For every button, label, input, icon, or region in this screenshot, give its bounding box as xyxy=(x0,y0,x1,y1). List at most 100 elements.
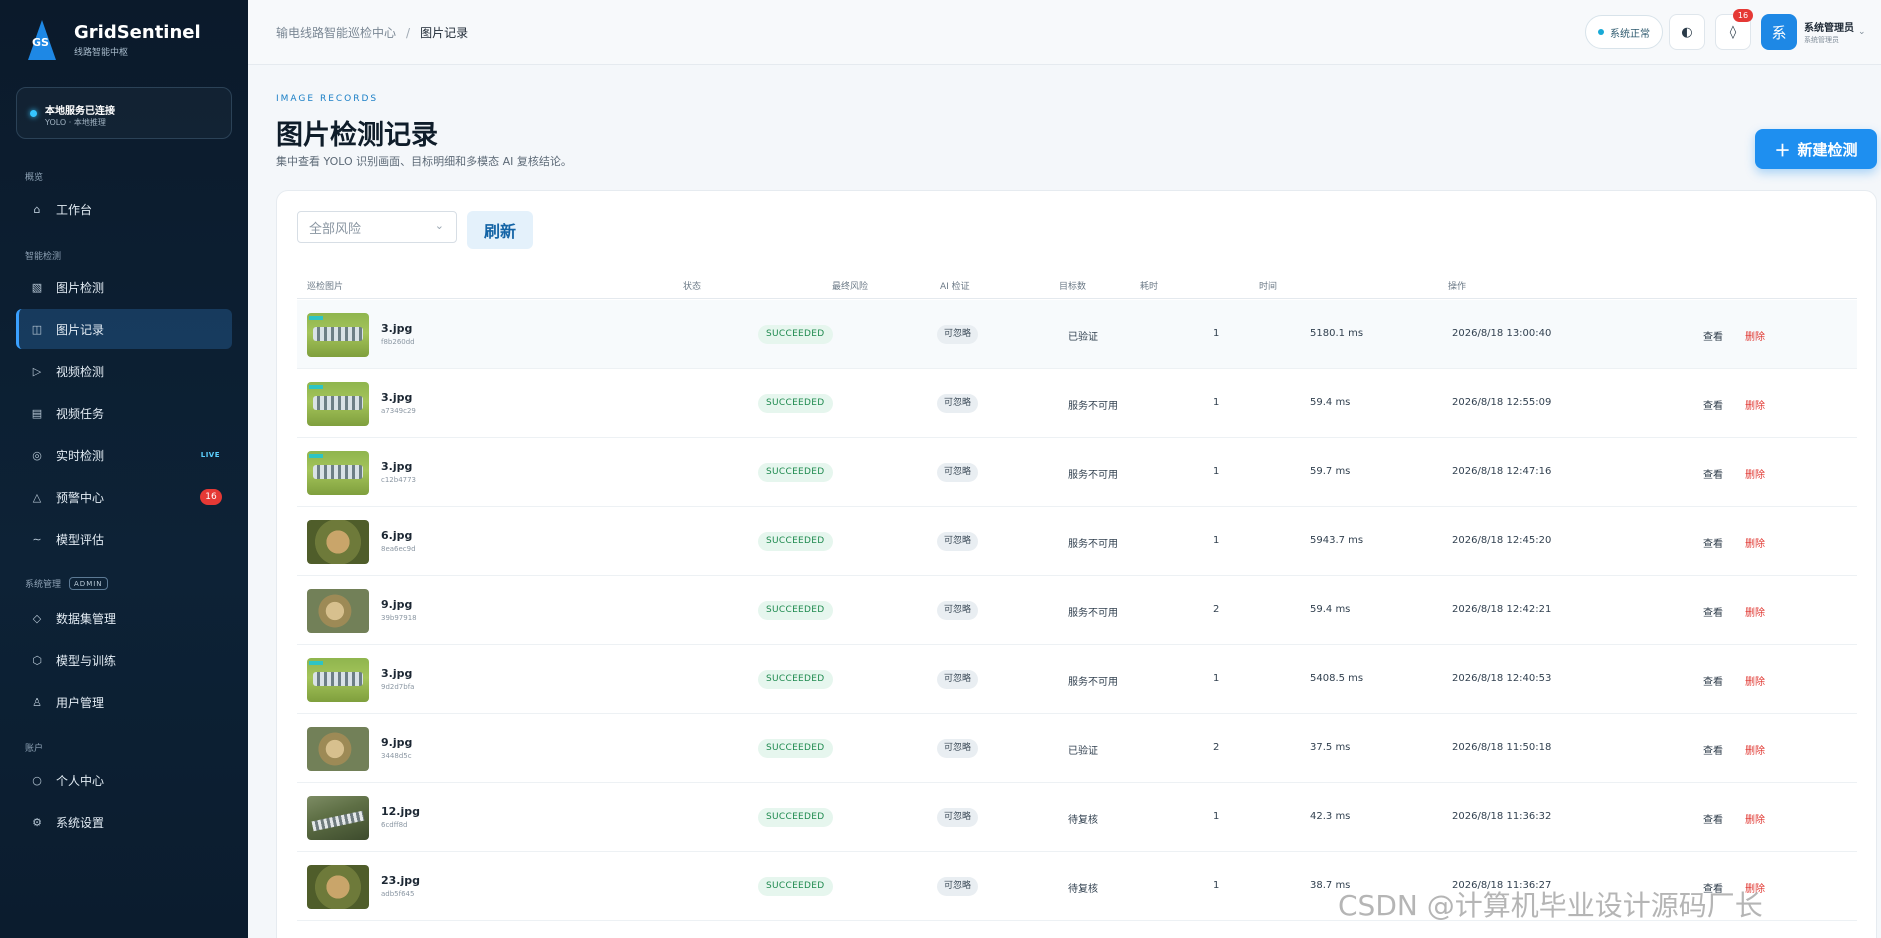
delete-button[interactable]: 删除 xyxy=(1745,397,1765,412)
sidebar-item-users[interactable]: ♙ 用户管理 xyxy=(16,682,232,722)
ai-verify-cell: 服务不可用 xyxy=(1068,608,1118,619)
new-detection-button[interactable]: ＋新建检测 xyxy=(1755,129,1877,169)
risk-badge: 可忽略 xyxy=(937,325,979,344)
top-header: 输电线路智能巡检中心 / 图片记录 系统正常 ◐ ◊ 16 系 系统管理员 系统管理… xyxy=(248,0,1881,65)
user-menu[interactable]: 系 系统管理员 系统管理员 ⌄ xyxy=(1761,14,1866,50)
service-status-title: 本地服务已连接 xyxy=(45,106,115,117)
thumbnail-image[interactable] xyxy=(307,451,369,495)
delete-button[interactable]: 删除 xyxy=(1745,535,1765,550)
thumbnail-image[interactable] xyxy=(307,520,369,564)
ai-verify-cell: 待复核 xyxy=(1068,884,1098,895)
sidebar-item-model-eval[interactable]: ∼ 模型评估 xyxy=(16,519,232,559)
duration-cell: 42.3 ms xyxy=(1310,811,1351,822)
table-row[interactable]: 6.jpg 8ea6ec9d SUCCEEDED 可忽略 服务不可用 1 5943.7 ms… xyxy=(297,507,1857,576)
sidebar-item-label: 工作台 xyxy=(56,202,93,217)
delete-button[interactable]: 删除 xyxy=(1745,811,1765,826)
view-button[interactable]: 查看 xyxy=(1703,328,1723,343)
target-icon: ◎ xyxy=(32,448,42,462)
refresh-button[interactable]: 刷新 xyxy=(467,211,533,249)
col-time: 时间 xyxy=(1259,282,1278,292)
duration-cell: 5180.1 ms xyxy=(1310,328,1364,339)
live-tag: LIVE xyxy=(200,451,220,459)
time-cell: 2026/8/18 11:36:32 xyxy=(1452,811,1552,822)
breadcrumb-root[interactable]: 输电线路智能巡检中心 xyxy=(276,26,396,40)
table-row[interactable]: 9.jpg 3448d5c SUCCEEDED 可忽略 已验证 2 37.5 ms 2026/… xyxy=(297,714,1857,783)
thumbnail-image[interactable] xyxy=(307,865,369,909)
theme-toggle-button[interactable]: ◐ xyxy=(1669,14,1705,50)
sidebar: GS GridSentinel 线路智能中枢 本地服务已连接 YOLO · 本地… xyxy=(0,0,248,938)
target-count-cell: 1 xyxy=(1213,535,1220,546)
risk-filter-select[interactable]: 全部风险 ⌄ xyxy=(297,211,457,243)
system-status-pill: 系统正常 xyxy=(1585,15,1663,49)
file-name: 3.jpg xyxy=(381,667,413,680)
table-row[interactable]: 3.jpg c12b4773 SUCCEEDED 可忽略 服务不可用 1 59.7 ms 20… xyxy=(297,438,1857,507)
thumbnail-image[interactable] xyxy=(307,658,369,702)
breadcrumb: 输电线路智能巡检中心 / 图片记录 xyxy=(276,26,469,40)
thumbnail-image[interactable] xyxy=(307,589,369,633)
status-badge: SUCCEEDED xyxy=(758,601,833,620)
view-button[interactable]: 查看 xyxy=(1703,535,1723,550)
thumbnail-image[interactable] xyxy=(307,727,369,771)
avatar: 系 xyxy=(1761,14,1797,50)
risk-badge: 可忽略 xyxy=(937,877,979,896)
table-row[interactable]: 12.jpg 6cdff8d SUCCEEDED 可忽略 待复核 1 42.3 ms 2026… xyxy=(297,783,1857,852)
ai-verify-cell: 已验证 xyxy=(1068,746,1098,757)
view-button[interactable]: 查看 xyxy=(1703,397,1723,412)
sidebar-item-realtime-detect[interactable]: ◎ 实时检测 LIVE xyxy=(16,435,232,475)
record-id: 6cdff8d xyxy=(381,821,408,829)
sidebar-item-label: 个人中心 xyxy=(56,773,105,788)
status-badge: SUCCEEDED xyxy=(758,325,833,344)
file-name: 3.jpg xyxy=(381,391,413,404)
notification-button[interactable]: ◊ 16 xyxy=(1715,9,1753,50)
service-status-sub: YOLO · 本地推理 xyxy=(45,118,106,127)
delete-button[interactable]: 删除 xyxy=(1745,328,1765,343)
sidebar-item-profile[interactable]: ○ 个人中心 xyxy=(16,760,232,800)
target-count-cell: 1 xyxy=(1213,397,1220,408)
target-count-cell: 1 xyxy=(1213,328,1220,339)
page-title: 图片检测记录 xyxy=(276,120,438,151)
delete-button[interactable]: 删除 xyxy=(1745,673,1765,688)
table-row[interactable]: 3.jpg f8b260dd SUCCEEDED 可忽略 已验证 1 5180.1 ms 20… xyxy=(297,300,1857,369)
record-id: 8ea6ec9d xyxy=(381,545,416,553)
sidebar-item-image-records[interactable]: ◫ 图片记录 xyxy=(16,309,232,349)
view-button[interactable]: 查看 xyxy=(1703,811,1723,826)
table-row[interactable]: 9.jpg 39b97918 SUCCEEDED 可忽略 服务不可用 2 59.4 ms 20… xyxy=(297,576,1857,645)
view-button[interactable]: 查看 xyxy=(1703,742,1723,757)
alert-icon: △ xyxy=(32,490,42,504)
app-logo[interactable]: GS GridSentinel 线路智能中枢 xyxy=(28,20,201,60)
delete-button[interactable]: 删除 xyxy=(1745,466,1765,481)
thumbnail-image[interactable] xyxy=(307,796,369,840)
view-button[interactable]: 查看 xyxy=(1703,673,1723,688)
sidebar-item-alert-center[interactable]: △ 预警中心 16 xyxy=(16,477,232,517)
risk-badge: 可忽略 xyxy=(937,532,979,551)
app-title: GridSentinel xyxy=(74,22,201,43)
sidebar-item-label: 模型与训练 xyxy=(56,653,117,668)
records-card: 全部风险 ⌄ 刷新 巡检图片 状态 最终风险 AI 检证 目标数 耗时 时间 操… xyxy=(276,190,1877,938)
breadcrumb-current: 图片记录 xyxy=(420,26,469,40)
duration-cell: 5943.7 ms xyxy=(1310,535,1364,546)
ai-verify-cell: 服务不可用 xyxy=(1068,401,1118,412)
sidebar-item-workbench[interactable]: ⌂ 工作台 xyxy=(16,189,232,229)
sidebar-item-video-tasks[interactable]: ▤ 视频任务 xyxy=(16,393,232,433)
sidebar-item-image-detect[interactable]: ▧ 图片检测 xyxy=(16,267,232,307)
sidebar-item-model-training[interactable]: ⬡ 模型与训练 xyxy=(16,640,232,680)
sidebar-item-video-detect[interactable]: ▷ 视频检测 xyxy=(16,351,232,391)
time-cell: 2026/8/18 12:45:20 xyxy=(1452,535,1552,546)
table-row[interactable]: 3.jpg 9d2d7bfa SUCCEEDED 可忽略 服务不可用 1 5408.5 ms… xyxy=(297,645,1857,714)
time-cell: 2026/8/18 12:40:53 xyxy=(1452,673,1552,684)
sidebar-item-dataset[interactable]: ◇ 数据集管理 xyxy=(16,598,232,638)
thumbnail-image[interactable] xyxy=(307,382,369,426)
table-row[interactable]: 3.jpg a7349c29 SUCCEEDED 可忽略 服务不可用 1 59.4 ms 20… xyxy=(297,369,1857,438)
col-actions: 操作 xyxy=(1448,282,1467,292)
thumbnail-image[interactable] xyxy=(307,313,369,357)
col-count: 目标数 xyxy=(1059,282,1087,292)
view-button[interactable]: 查看 xyxy=(1703,466,1723,481)
view-button[interactable]: 查看 xyxy=(1703,604,1723,619)
delete-button[interactable]: 删除 xyxy=(1745,742,1765,757)
delete-button[interactable]: 删除 xyxy=(1745,604,1765,619)
sidebar-item-settings[interactable]: ⚙ 系统设置 xyxy=(16,802,232,842)
section-overview: 概览 xyxy=(25,173,44,183)
sidebar-item-label: 视频检测 xyxy=(56,364,105,379)
file-name: 9.jpg xyxy=(381,598,413,611)
admin-tag: ADMIN xyxy=(69,577,108,590)
